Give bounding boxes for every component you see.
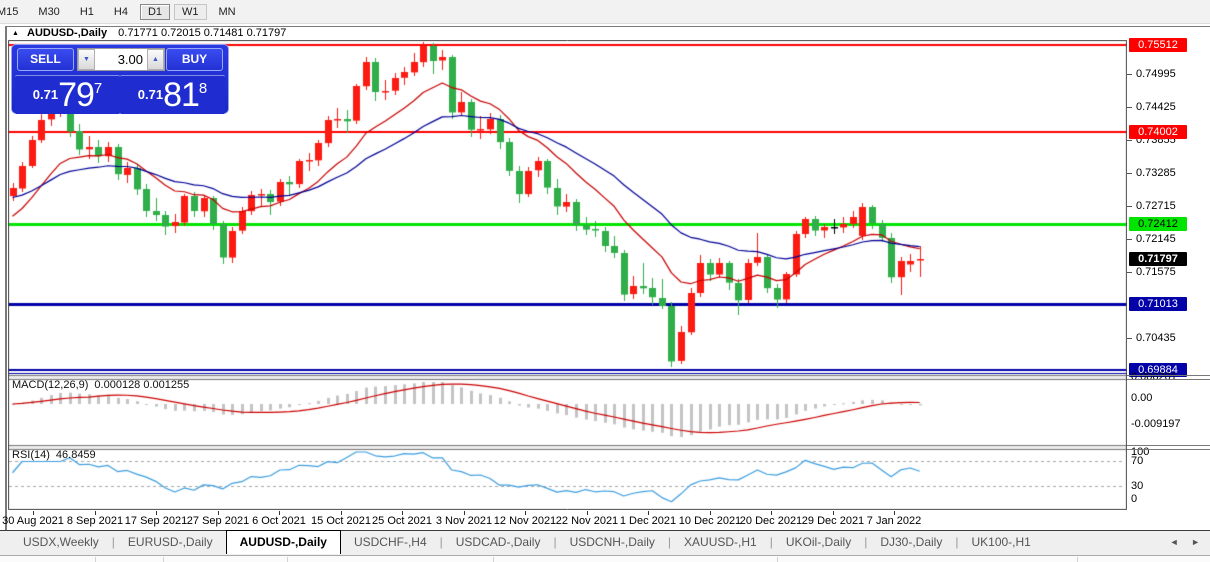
price-level-label: 0.75512	[1129, 38, 1187, 52]
rsi-axis-label: 0	[1131, 493, 1137, 505]
price-tick-label: 0.73285	[1136, 167, 1176, 179]
tab-usdcad-daily[interactable]: USDCAD-,Daily	[443, 531, 554, 555]
one-click-trade-panel: SELL ▼ 3.00 ▲ BUY 0.71797 0.71818	[11, 44, 229, 114]
timeframe-button-m30[interactable]: M30	[30, 4, 67, 20]
chart-symbol-title: AUDUSD-,Daily	[27, 27, 107, 39]
pane-divider	[1127, 375, 1210, 376]
price-tick-mark	[1127, 74, 1132, 75]
price-tick-label: 0.74425	[1136, 101, 1176, 113]
pane-divider	[1127, 445, 1210, 446]
date-axis[interactable]: 30 Aug 20218 Sep 202117 Sep 202127 Sep 2…	[8, 511, 1127, 530]
buy-price-sup: 8	[199, 80, 207, 97]
price-axis[interactable]: 0.749950.744250.738550.732850.727150.721…	[1127, 27, 1210, 511]
pane-divider	[1127, 449, 1210, 450]
price-tick-mark	[1127, 272, 1132, 273]
price-tick-label: 0.71575	[1136, 266, 1176, 278]
tab-scroll-left-button[interactable]: ◄	[1170, 537, 1179, 547]
rsi-value: 46.8459	[56, 449, 96, 461]
rsi-axis-label: 70	[1131, 455, 1143, 467]
sell-price-display[interactable]: 0.71797	[15, 75, 120, 114]
volume-increase-button[interactable]: ▲	[147, 49, 164, 70]
macd-axis-label: 0.00	[1131, 392, 1152, 404]
buy-price-display[interactable]: 0.71818	[120, 75, 225, 114]
macd-values: 0.000128 0.001255	[94, 379, 189, 391]
column-separator	[777, 557, 778, 562]
rsi-label: RSI(14)	[12, 449, 50, 461]
price-tick-mark	[1127, 140, 1132, 141]
column-separator	[287, 557, 288, 562]
macd-axis-label: 0.006201	[1131, 371, 1177, 383]
macd-header: MACD(12,26,9) 0.000128 0.001255	[12, 379, 195, 391]
tab-ukoil-daily[interactable]: UKOil-,Daily	[773, 531, 864, 555]
price-tick-mark	[1127, 338, 1132, 339]
volume-stepper: ▼ 3.00 ▲	[77, 48, 165, 71]
price-level-label: 0.72412	[1129, 217, 1187, 231]
price-tick-label: 0.74995	[1136, 68, 1176, 80]
timeframe-button-w1[interactable]: W1	[174, 4, 207, 20]
tab-usdchf-h4[interactable]: USDCHF-,H4	[341, 531, 440, 555]
price-tick-label: 0.70435	[1136, 332, 1176, 344]
price-tick-label: 0.72715	[1136, 200, 1176, 212]
tab-scroll-right-button[interactable]: ►	[1191, 537, 1200, 547]
timeframe-toolbar: M15M30 H1H4D1W1MN	[0, 0, 1210, 24]
price-tick-mark	[1127, 107, 1132, 108]
tab-xauusd-h1[interactable]: XAUUSD-,H1	[671, 531, 770, 555]
tab-eurusd-daily[interactable]: EURUSD-,Daily	[115, 531, 226, 555]
pane-divider	[1127, 379, 1210, 380]
buy-price-base: 0.71	[138, 87, 163, 102]
chart-tab-bar: USDX,Weekly|EURUSD-,DailyAUDUSD-,DailyUS…	[0, 530, 1210, 555]
date-label: 7 Jan 2022	[852, 515, 936, 527]
rsi-header: RSI(14) 46.8459	[12, 449, 102, 461]
price-level-label: 0.71013	[1129, 297, 1187, 311]
price-tick-label: 0.72145	[1136, 233, 1176, 245]
sell-price-base: 0.71	[33, 87, 58, 102]
chart-title-bar: ▲ AUDUSD-,Daily 0.71771 0.72015 0.71481 …	[12, 27, 286, 40]
column-separator	[163, 557, 164, 562]
timeframe-button-m15[interactable]: M15	[0, 4, 26, 20]
buy-button[interactable]: BUY	[166, 48, 223, 71]
timeframe-button-h4[interactable]: H4	[106, 4, 136, 20]
tab-usdcnh-daily[interactable]: USDCNH-,Daily	[557, 531, 668, 555]
timeframe-button-h1[interactable]: H1	[72, 4, 102, 20]
column-separator	[493, 557, 494, 562]
volume-decrease-button[interactable]: ▼	[78, 49, 95, 70]
platform-window: M15M30 H1H4D1W1MN ▲ AUDUSD-,Daily 0.71771…	[0, 0, 1210, 562]
tab-audusd-daily[interactable]: AUDUSD-,Daily	[226, 530, 341, 554]
buy-price-big: 81	[163, 76, 199, 114]
sell-button[interactable]: SELL	[17, 48, 74, 71]
bottom-panel-edge	[0, 555, 1210, 562]
macd-label: MACD(12,26,9)	[12, 379, 88, 391]
tab-usdx-weekly[interactable]: USDX,Weekly	[10, 531, 112, 555]
current-price-label: 0.71797	[1129, 252, 1187, 266]
macd-axis-label: -0.009197	[1131, 418, 1181, 430]
tab-uk100-h1[interactable]: UK100-,H1	[958, 531, 1043, 555]
window-frame-left	[5, 26, 7, 562]
volume-input[interactable]: 3.00	[95, 49, 147, 70]
price-tick-mark	[1127, 173, 1132, 174]
collapse-icon[interactable]: ▲	[12, 30, 19, 37]
tab-dj30-daily[interactable]: DJ30-,Daily	[867, 531, 955, 555]
timeframe-button-mn[interactable]: MN	[211, 4, 244, 20]
timeframe-button-d1[interactable]: D1	[140, 4, 170, 20]
price-level-label: 0.74002	[1129, 125, 1187, 139]
column-separator	[95, 557, 96, 562]
chart-ohlc-values: 0.71771 0.72015 0.71481 0.71797	[118, 27, 286, 39]
price-tick-mark	[1127, 239, 1132, 240]
column-separator	[1077, 557, 1078, 562]
price-tick-mark	[1127, 206, 1132, 207]
sell-price-sup: 7	[94, 80, 102, 97]
sell-price-big: 79	[58, 76, 94, 114]
rsi-axis-label: 30	[1131, 480, 1143, 492]
